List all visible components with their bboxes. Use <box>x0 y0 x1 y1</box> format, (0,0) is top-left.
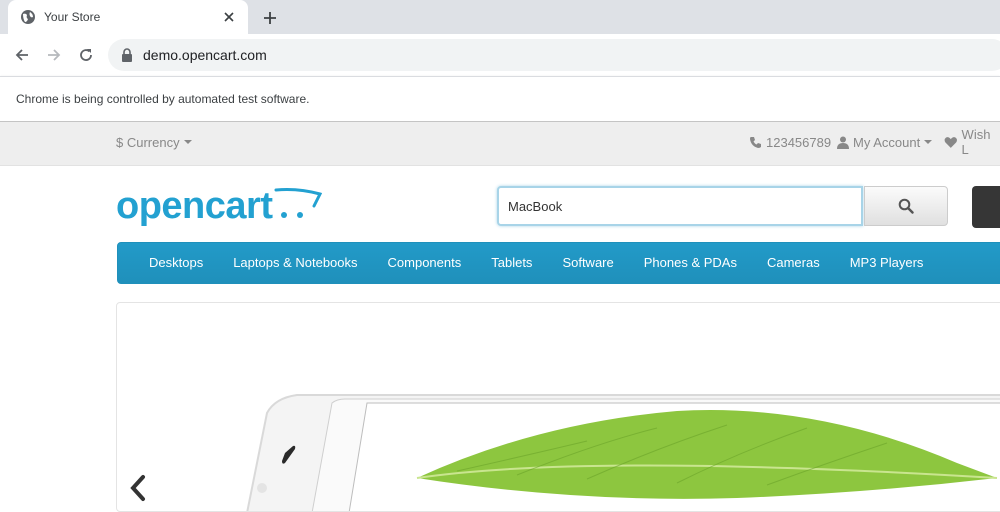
currency-dropdown[interactable]: $ Currency <box>116 122 192 162</box>
menu-item-tablets[interactable]: Tablets <box>476 243 547 283</box>
phone-link[interactable]: 123456789 <box>749 122 831 162</box>
cart-button[interactable] <box>972 186 1000 228</box>
address-bar[interactable]: demo.opencart.com <box>108 39 1000 71</box>
chevron-left-icon <box>130 475 145 501</box>
currency-label: $ Currency <box>116 134 180 150</box>
menu-item-cameras[interactable]: Cameras <box>752 243 835 283</box>
phone-number: 123456789 <box>766 134 832 150</box>
phone-icon <box>750 136 761 148</box>
menu-item-phones-pdas[interactable]: Phones & PDAs <box>629 243 752 283</box>
reload-button[interactable] <box>74 43 98 67</box>
category-menu: Desktops Laptops & Notebooks Components … <box>117 242 1000 284</box>
search-icon <box>898 198 914 214</box>
caret-down-icon <box>183 140 192 144</box>
cart-logo-icon <box>274 188 322 218</box>
browser-tab-strip: Your Store <box>0 0 1000 34</box>
arrow-right-icon <box>48 49 61 61</box>
search-button[interactable] <box>864 186 948 226</box>
slideshow-prev-button[interactable] <box>125 473 151 503</box>
store-top-bar: $ Currency 123456789 My Account Wish L <box>0 122 1000 166</box>
reload-icon <box>80 49 92 61</box>
opencart-logo[interactable]: opencart <box>116 184 326 228</box>
wishlist-label: Wish L <box>961 127 991 157</box>
caret-down-icon <box>924 140 933 144</box>
banner-image <box>246 394 1000 511</box>
forward-button[interactable] <box>42 43 66 67</box>
user-icon <box>837 136 849 149</box>
tab-title: Your Store <box>44 10 101 24</box>
automation-infobar: Chrome is being controlled by automated … <box>0 76 1000 122</box>
close-icon[interactable] <box>220 8 238 26</box>
globe-icon <box>20 9 36 25</box>
my-account-label: My Account <box>853 134 921 150</box>
back-button[interactable] <box>10 43 34 67</box>
url-text: demo.opencart.com <box>143 47 267 63</box>
menu-item-mp3-players[interactable]: MP3 Players <box>835 243 939 283</box>
search-input[interactable] <box>497 186 863 226</box>
my-account-dropdown[interactable]: My Account <box>837 122 933 162</box>
menu-item-components[interactable]: Components <box>373 243 477 283</box>
browser-tab[interactable]: Your Store <box>8 0 248 34</box>
menu-item-desktops[interactable]: Desktops <box>134 243 218 283</box>
logo-text: opencart <box>116 185 273 227</box>
heart-icon <box>944 136 957 148</box>
slideshow-banner <box>116 302 1000 512</box>
menu-item-laptops-notebooks[interactable]: Laptops & Notebooks <box>218 243 372 283</box>
plus-icon <box>264 12 276 24</box>
menu-item-software[interactable]: Software <box>547 243 628 283</box>
browser-toolbar: demo.opencart.com <box>0 34 1000 76</box>
infobar-text: Chrome is being controlled by automated … <box>16 92 310 106</box>
arrow-left-icon <box>15 49 28 61</box>
lock-icon <box>120 48 134 62</box>
wishlist-link[interactable]: Wish L <box>944 122 1000 162</box>
new-tab-button[interactable] <box>259 7 281 29</box>
